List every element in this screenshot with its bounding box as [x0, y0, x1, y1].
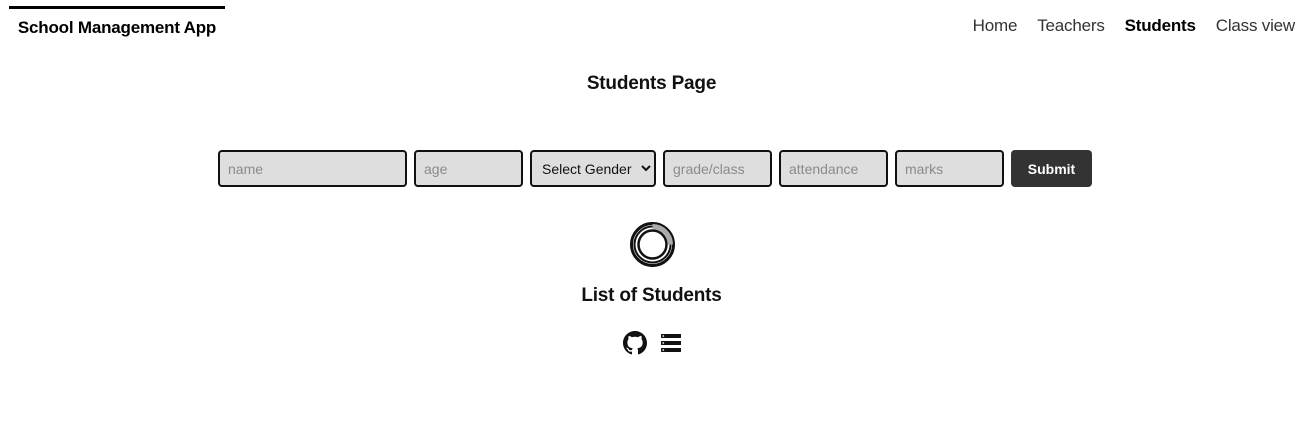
gender-select[interactable]: Select Gender [530, 150, 656, 187]
marks-input[interactable] [895, 150, 1004, 187]
top-navbar: School Management App Home Teachers Stud… [0, 0, 1303, 52]
list-icon[interactable] [659, 331, 683, 355]
nav-link-class-view[interactable]: Class view [1216, 14, 1295, 38]
age-input[interactable] [414, 150, 523, 187]
loading-spinner-icon [629, 221, 676, 268]
name-input[interactable] [218, 150, 407, 187]
footer-links [623, 331, 683, 355]
github-icon[interactable] [623, 331, 647, 355]
nav-link-home[interactable]: Home [973, 14, 1018, 38]
nav-link-teachers[interactable]: Teachers [1037, 14, 1105, 38]
add-student-form: Select Gender Submit [218, 150, 1092, 187]
main-nav: Home Teachers Students Class view [973, 14, 1296, 38]
nav-link-students[interactable]: Students [1125, 14, 1196, 38]
students-list-title: List of Students [581, 285, 722, 306]
grade-class-input[interactable] [663, 150, 772, 187]
page-title: Students Page [586, 73, 717, 94]
attendance-input[interactable] [779, 150, 888, 187]
brand-title[interactable]: School Management App [9, 6, 225, 46]
submit-button[interactable]: Submit [1011, 150, 1092, 187]
page: School Management App Home Teachers Stud… [0, 0, 1303, 433]
